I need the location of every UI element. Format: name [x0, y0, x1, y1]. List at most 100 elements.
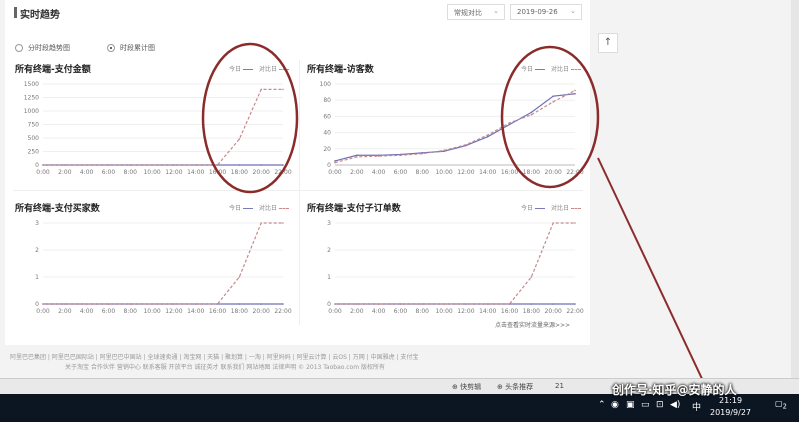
y-tick-label: 2: [35, 247, 39, 254]
y-tick-label: 3: [327, 220, 331, 227]
x-tick-label: 18:00: [231, 308, 248, 315]
y-tick-label: 750: [28, 122, 40, 129]
divider: [299, 60, 300, 325]
x-tick-label: 2:00: [350, 169, 364, 176]
chevron-down-icon: ⌄: [493, 7, 499, 15]
data-point: [508, 122, 511, 124]
data-point: [377, 155, 380, 157]
quick-edit-button[interactable]: ⊕ 快剪辑: [452, 382, 481, 392]
x-tick-label: 22:00: [274, 308, 291, 315]
data-point: [334, 160, 336, 162]
data-point: [85, 164, 88, 166]
x-tick-label: 14:00: [187, 169, 204, 176]
data-point: [508, 123, 511, 126]
y-tick-label: 80: [323, 97, 331, 104]
x-tick-label: 4:00: [80, 169, 94, 176]
series-line-today: [334, 93, 576, 162]
data-point: [421, 152, 424, 155]
data-point: [552, 222, 554, 224]
data-point: [64, 303, 66, 305]
data-point: [173, 303, 175, 305]
data-point: [530, 113, 533, 116]
volume-icon[interactable]: ◀): [670, 400, 680, 410]
data-point: [377, 303, 380, 305]
data-point: [530, 276, 533, 278]
wechat-icon[interactable]: ◉: [611, 400, 619, 410]
headline-button[interactable]: ⊕ 头条推荐: [497, 382, 533, 392]
data-point: [129, 164, 132, 166]
x-tick-label: 20:00: [253, 169, 270, 176]
y-tick-label: 100: [320, 81, 332, 88]
divider: [13, 190, 583, 191]
x-tick-label: 4:00: [372, 169, 386, 176]
battery-icon[interactable]: ▭: [641, 400, 650, 410]
x-tick-label: 6:00: [394, 169, 408, 176]
data-point: [194, 164, 197, 166]
zoom-level[interactable]: 21: [555, 382, 564, 390]
data-point: [574, 89, 576, 92]
data-point: [216, 164, 219, 166]
ime-indicator[interactable]: 中: [692, 400, 701, 413]
x-tick-label: 22:00: [566, 308, 583, 315]
data-point: [260, 88, 262, 91]
x-tick-label: 2:00: [350, 308, 364, 315]
x-tick-label: 10:00: [435, 169, 452, 176]
x-tick-label: 8:00: [416, 169, 430, 176]
y-tick-label: 1250: [24, 95, 39, 102]
notification-icon[interactable]: ▢2: [775, 399, 787, 411]
data-point: [194, 303, 197, 305]
x-tick-label: 8:00: [124, 169, 138, 176]
date-select-value: 2019-09-26: [517, 8, 558, 16]
data-point: [574, 303, 576, 305]
data-point: [282, 222, 284, 224]
data-point: [260, 303, 262, 305]
annotation-arrow: [597, 157, 713, 401]
radio-label: 时段累计图: [120, 44, 155, 52]
y-tick-label: 250: [28, 149, 40, 156]
radio-cumulative[interactable]: 时段累计图: [107, 43, 155, 53]
data-point: [129, 303, 132, 305]
data-point: [64, 164, 66, 166]
data-point: [356, 156, 358, 158]
x-tick-label: 10:00: [143, 308, 160, 315]
radio-icon: [15, 44, 23, 52]
footer-links[interactable]: 阿里巴巴集团 | 阿里巴巴国际站 | 阿里巴巴中国站 | 全球速卖通 | 淘宝网…: [10, 353, 590, 363]
data-point: [260, 222, 262, 224]
x-tick-label: 12:00: [165, 169, 182, 176]
x-tick-label: 2:00: [58, 169, 72, 176]
taskbar-clock[interactable]: 21:19 2019/9/27: [710, 395, 751, 419]
radio-label: 分时段趋势图: [28, 44, 70, 52]
data-point: [443, 149, 445, 152]
y-tick-label: 1: [35, 274, 39, 281]
x-tick-label: 10:00: [435, 308, 452, 315]
chevron-up-icon[interactable]: ⌃: [598, 400, 606, 410]
chevron-down-icon: ⌄: [570, 7, 576, 15]
date-select[interactable]: 2019-09-26 ⌄: [510, 4, 582, 20]
x-tick-label: 8:00: [416, 308, 430, 315]
network-icon[interactable]: ⊡: [656, 400, 664, 410]
x-tick-label: 4:00: [372, 308, 386, 315]
chart-panel-visitors: 所有终端-访客数 今日 对比日 0 20 40 60 80 100 0:00 2:00 4:00…: [307, 62, 587, 182]
data-point: [465, 303, 467, 305]
scrollbar[interactable]: [791, 0, 799, 378]
data-point: [216, 303, 219, 305]
title-bar-marker: [14, 7, 17, 18]
x-tick-label: 14:00: [479, 308, 496, 315]
data-point: [399, 154, 402, 157]
chart-svg: 0 20 40 60 80 100 0:00 2:00 4:00 6:00 8:00 10:00 12:…: [320, 81, 584, 176]
arrow-up-icon: ↑: [603, 37, 613, 48]
x-tick-label: 18:00: [523, 169, 540, 176]
data-point: [530, 303, 533, 305]
traffic-source-link[interactable]: 点击查看实时流量来源>>>: [495, 320, 570, 329]
compare-select[interactable]: 常规对比 ⌄: [447, 4, 505, 20]
x-tick-label: 16:00: [209, 169, 226, 176]
radio-hourly-trend[interactable]: 分时段趋势图: [15, 43, 70, 53]
realtime-trend-card: 实时趋势 常规对比 ⌄ 2019-09-26 ⌄ 分时段趋势图 时段累计图 所有…: [5, 0, 590, 345]
chart-panel-pay-amount: 所有终端-支付金额 今日 对比日 0 250 500 750 1000 1250 1500 0…: [15, 62, 295, 182]
clock-date: 2019/9/27: [710, 408, 752, 417]
chart-svg: 0 1 2 3 0:00 2:00 4:00 6:00 8:00 10:00 12:00 14:00 1…: [327, 220, 584, 315]
app-tray-icon[interactable]: ▣: [626, 400, 635, 410]
data-point: [85, 303, 88, 305]
back-to-top-button[interactable]: ↑: [598, 33, 618, 53]
data-point: [508, 303, 511, 305]
